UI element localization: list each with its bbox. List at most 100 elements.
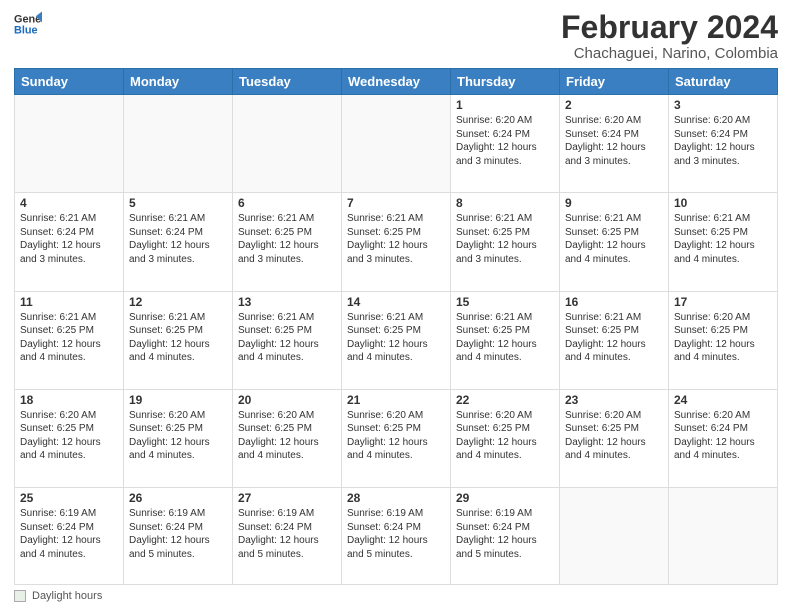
table-row: 7Sunrise: 6:21 AM Sunset: 6:25 PM Daylig… [342,193,451,291]
table-row: 13 Sunrise: 6:21 AM Sunset: 6:25 PM Dayli… [233,291,342,389]
day-detail: Sunrise: 6:21 AM Sunset: 6:24 PM Dayligh… [20,212,118,266]
table-row [342,95,451,193]
calendar-week-row: 25Sunrise: 6:19 AM Sunset: 6:24 PM Dayli… [15,488,778,585]
day-number: 10 [674,196,772,210]
table-row: 16 Sunrise: 6:21 AM Sunset: 6:25 PM Dayli… [560,291,669,389]
day-number: 11 [20,295,118,309]
header: General Blue February 2024 Chachaguei, N… [14,10,778,62]
title-block: February 2024 Chachaguei, Narino, Colomb… [561,10,778,62]
day-detail: Sunrise: 6:19 AM Sunset: 6:24 PM Dayligh… [129,507,227,561]
day-detail: Sunrise: 6:21 AM Sunset: 6:25 PM Dayligh… [347,311,445,365]
day-detail: Sunrise: 6:21 AM Sunset: 6:25 PM Dayligh… [238,311,336,365]
day-number: 8 [456,196,554,210]
day-detail: Sunrise: 6:21 AM Sunset: 6:25 PM Dayligh… [456,212,554,266]
day-detail: Sunrise: 6:21 AM Sunset: 6:25 PM Dayligh… [129,311,227,365]
table-row: 27 Sunrise: 6:19 AM Sunset: 6:24 PM Dayli… [233,488,342,585]
table-row [669,488,778,585]
day-detail: Sunrise: 6:19 AM Sunset: 6:24 PM Dayligh… [347,507,445,561]
table-row: 26 Sunrise: 6:19 AM Sunset: 6:24 PM Dayli… [124,488,233,585]
calendar-week-row: 18 Sunrise: 6:20 AM Sunset: 6:25 PM Dayli… [15,389,778,487]
day-number: 5 [129,196,227,210]
day-detail: Sunrise: 6:21 AM Sunset: 6:25 PM Dayligh… [347,212,445,266]
day-number: 14 [347,295,445,309]
col-wednesday: Wednesday [342,69,451,95]
table-row: 28 Sunrise: 6:19 AM Sunset: 6:24 PM Dayli… [342,488,451,585]
day-detail: Sunrise: 6:21 AM Sunset: 6:25 PM Dayligh… [238,212,336,266]
day-number: 27 [238,491,336,505]
day-detail: Sunrise: 6:20 AM Sunset: 6:25 PM Dayligh… [347,409,445,463]
day-detail: Sunrise: 6:21 AM Sunset: 6:25 PM Dayligh… [20,311,118,365]
calendar-week-row: 1 Sunrise: 6:20 AM Sunset: 6:24 PM Daylig… [15,95,778,193]
day-detail: Sunrise: 6:20 AM Sunset: 6:24 PM Dayligh… [674,114,772,168]
day-number: 29 [456,491,554,505]
svg-text:Blue: Blue [14,24,38,36]
day-detail: Sunrise: 6:21 AM Sunset: 6:25 PM Dayligh… [565,311,663,365]
col-saturday: Saturday [669,69,778,95]
table-row: 3Sunrise: 6:20 AM Sunset: 6:24 PM Daylig… [669,95,778,193]
col-thursday: Thursday [451,69,560,95]
footer: Daylight hours [14,590,778,602]
day-detail: Sunrise: 6:19 AM Sunset: 6:24 PM Dayligh… [238,507,336,561]
col-friday: Friday [560,69,669,95]
day-number: 6 [238,196,336,210]
table-row: 21 Sunrise: 6:20 AM Sunset: 6:25 PM Dayli… [342,389,451,487]
table-row: 23 Sunrise: 6:20 AM Sunset: 6:25 PM Dayli… [560,389,669,487]
day-detail: Sunrise: 6:20 AM Sunset: 6:24 PM Dayligh… [565,114,663,168]
day-number: 15 [456,295,554,309]
day-detail: Sunrise: 6:20 AM Sunset: 6:24 PM Dayligh… [674,409,772,463]
day-detail: Sunrise: 6:20 AM Sunset: 6:25 PM Dayligh… [129,409,227,463]
day-number: 28 [347,491,445,505]
table-row: 4Sunrise: 6:21 AM Sunset: 6:24 PM Daylig… [15,193,124,291]
day-number: 20 [238,393,336,407]
day-detail: Sunrise: 6:21 AM Sunset: 6:25 PM Dayligh… [565,212,663,266]
table-row [124,95,233,193]
table-row: 10 Sunrise: 6:21 AM Sunset: 6:25 PM Dayli… [669,193,778,291]
day-detail: Sunrise: 6:20 AM Sunset: 6:25 PM Dayligh… [456,409,554,463]
table-row: 18Sunrise: 6:20 AM Sunset: 6:25 PM Dayli… [15,389,124,487]
day-detail: Sunrise: 6:21 AM Sunset: 6:25 PM Dayligh… [674,212,772,266]
day-number: 12 [129,295,227,309]
table-row: 19 Sunrise: 6:20 AM Sunset: 6:25 PM Dayli… [124,389,233,487]
day-detail: Sunrise: 6:21 AM Sunset: 6:25 PM Dayligh… [456,311,554,365]
calendar-week-row: 4Sunrise: 6:21 AM Sunset: 6:24 PM Daylig… [15,193,778,291]
day-number: 17 [674,295,772,309]
day-number: 16 [565,295,663,309]
table-row: 29Sunrise: 6:19 AM Sunset: 6:24 PM Dayli… [451,488,560,585]
day-detail: Sunrise: 6:20 AM Sunset: 6:25 PM Dayligh… [238,409,336,463]
page: General Blue February 2024 Chachaguei, N… [0,0,792,612]
day-number: 13 [238,295,336,309]
day-detail: Sunrise: 6:19 AM Sunset: 6:24 PM Dayligh… [20,507,118,561]
table-row: 6 Sunrise: 6:21 AM Sunset: 6:25 PM Daylig… [233,193,342,291]
day-number: 9 [565,196,663,210]
day-detail: Sunrise: 6:20 AM Sunset: 6:25 PM Dayligh… [674,311,772,365]
col-monday: Monday [124,69,233,95]
table-row: 1Sunrise: 6:20 AM Sunset: 6:24 PM Daylig… [451,95,560,193]
general-blue-logo-icon: General Blue [14,10,42,38]
day-number: 21 [347,393,445,407]
day-number: 24 [674,393,772,407]
logo: General Blue [14,10,42,38]
day-number: 1 [456,98,554,112]
table-row: 24 Sunrise: 6:20 AM Sunset: 6:24 PM Dayli… [669,389,778,487]
month-title: February 2024 [561,10,778,45]
day-number: 26 [129,491,227,505]
day-number: 18 [20,393,118,407]
table-row: 15 Sunrise: 6:21 AM Sunset: 6:25 PM Dayli… [451,291,560,389]
day-number: 23 [565,393,663,407]
day-number: 2 [565,98,663,112]
table-row: 8 Sunrise: 6:21 AM Sunset: 6:25 PM Daylig… [451,193,560,291]
day-detail: Sunrise: 6:21 AM Sunset: 6:24 PM Dayligh… [129,212,227,266]
calendar-table: Sunday Monday Tuesday Wednesday Thursday… [14,68,778,585]
day-detail: Sunrise: 6:20 AM Sunset: 6:25 PM Dayligh… [565,409,663,463]
col-sunday: Sunday [15,69,124,95]
day-number: 19 [129,393,227,407]
table-row: 9 Sunrise: 6:21 AM Sunset: 6:25 PM Daylig… [560,193,669,291]
day-number: 22 [456,393,554,407]
location-title: Chachaguei, Narino, Colombia [561,45,778,62]
daylight-legend-box [14,590,26,602]
table-row: 11 Sunrise: 6:21 AM Sunset: 6:25 PM Dayli… [15,291,124,389]
col-tuesday: Tuesday [233,69,342,95]
table-row: 25Sunrise: 6:19 AM Sunset: 6:24 PM Dayli… [15,488,124,585]
daylight-label: Daylight hours [32,590,102,602]
table-row [15,95,124,193]
